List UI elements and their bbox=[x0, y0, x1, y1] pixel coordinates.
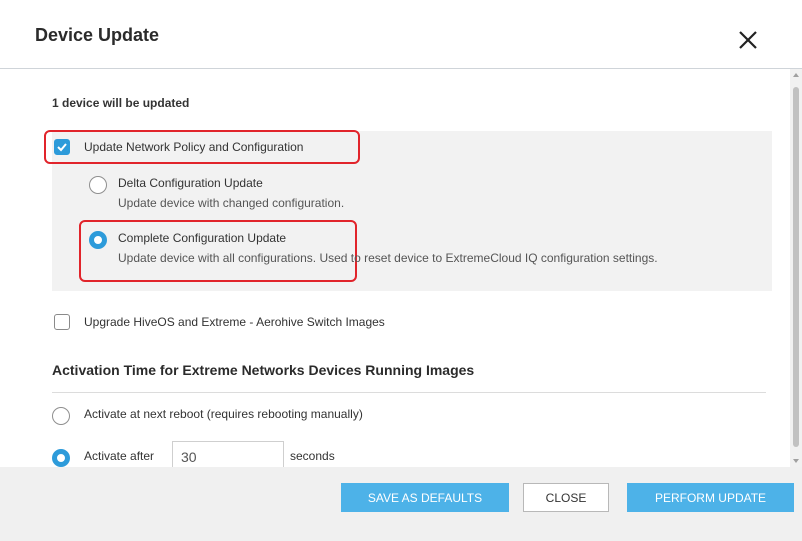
activation-section-title: Activation Time for Extreme Networks Dev… bbox=[52, 362, 475, 378]
vertical-scrollbar[interactable] bbox=[790, 69, 802, 467]
dialog-footer: SAVE AS DEFAULTS CLOSE PERFORM UPDATE bbox=[0, 467, 802, 541]
scroll-down-icon[interactable] bbox=[793, 459, 799, 463]
perform-update-button[interactable]: PERFORM UPDATE bbox=[627, 483, 794, 512]
activate-after-label[interactable]: Activate after bbox=[84, 449, 154, 463]
close-icon[interactable] bbox=[736, 28, 760, 52]
dialog-body: 1 device will be updated Update Network … bbox=[0, 69, 790, 467]
devices-count-text: 1 device will be updated bbox=[52, 96, 190, 110]
update-policy-checkbox[interactable] bbox=[54, 139, 70, 155]
activate-after-radio[interactable] bbox=[52, 449, 70, 467]
complete-update-description: Update device with all configurations. U… bbox=[118, 251, 658, 265]
activate-next-reboot-label[interactable]: Activate at next reboot (requires reboot… bbox=[84, 407, 363, 421]
update-policy-label[interactable]: Update Network Policy and Configuration bbox=[84, 140, 303, 154]
delta-update-label[interactable]: Delta Configuration Update bbox=[118, 176, 263, 190]
scroll-up-icon[interactable] bbox=[793, 73, 799, 77]
device-update-dialog: Device Update 1 device will be updated U… bbox=[0, 0, 802, 541]
close-button[interactable]: CLOSE bbox=[523, 483, 609, 512]
delta-update-radio[interactable] bbox=[89, 176, 107, 194]
activate-next-reboot-radio[interactable] bbox=[52, 407, 70, 425]
dialog-header: Device Update bbox=[0, 0, 802, 69]
upgrade-images-checkbox[interactable] bbox=[54, 314, 70, 330]
save-as-defaults-button[interactable]: SAVE AS DEFAULTS bbox=[341, 483, 509, 512]
complete-update-label[interactable]: Complete Configuration Update bbox=[118, 231, 286, 245]
scrollbar-thumb[interactable] bbox=[793, 87, 799, 447]
section-divider bbox=[52, 392, 766, 393]
dialog-title: Device Update bbox=[35, 25, 160, 45]
upgrade-images-label[interactable]: Upgrade HiveOS and Extreme - Aerohive Sw… bbox=[84, 315, 385, 329]
activation-seconds-input[interactable] bbox=[172, 441, 284, 467]
delta-update-description: Update device with changed configuration… bbox=[118, 196, 345, 210]
complete-update-radio[interactable] bbox=[89, 231, 107, 249]
seconds-unit-label: seconds bbox=[290, 449, 335, 463]
